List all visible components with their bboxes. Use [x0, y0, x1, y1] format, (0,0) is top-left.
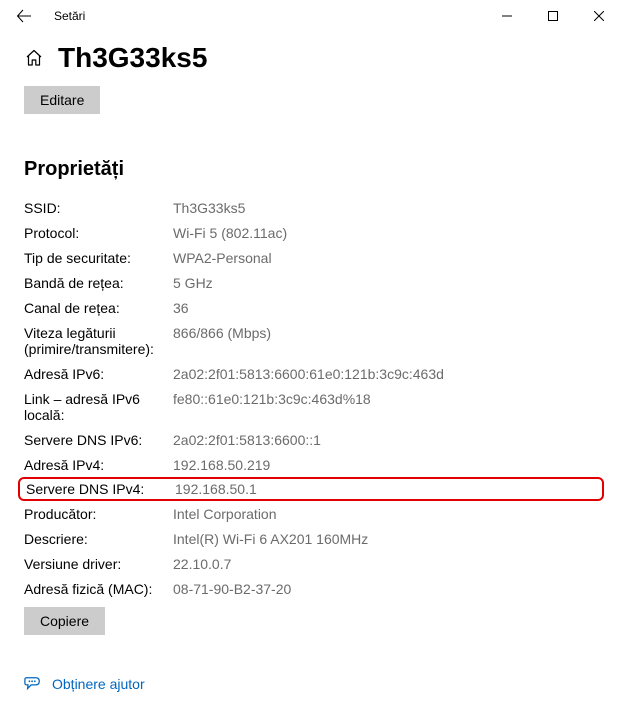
property-row: Tip de securitate:WPA2-Personal [24, 245, 598, 270]
property-value: 2a02:2f01:5813:6600::1 [173, 432, 321, 448]
window-title: Setări [54, 9, 85, 23]
arrow-left-icon [16, 8, 32, 24]
property-row: SSID:Th3G33ks5 [24, 195, 598, 220]
property-label: Bandă de rețea: [24, 275, 173, 291]
property-value: Wi-Fi 5 (802.11ac) [173, 225, 287, 241]
property-value: 22.10.0.7 [173, 556, 231, 572]
property-label: SSID: [24, 200, 173, 216]
property-row: Producător:Intel Corporation [24, 501, 598, 526]
page-title: Th3G33ks5 [58, 42, 207, 74]
property-label: Protocol: [24, 225, 173, 241]
property-row: Servere DNS IPv6:2a02:2f01:5813:6600::1 [24, 427, 598, 452]
property-value: Th3G33ks5 [173, 200, 245, 216]
close-icon [594, 11, 604, 21]
home-icon[interactable] [24, 48, 44, 68]
window-controls [484, 0, 622, 32]
property-value: 08-71-90-B2-37-20 [173, 581, 291, 597]
property-label: Servere DNS IPv4: [26, 481, 175, 497]
property-value: Intel(R) Wi-Fi 6 AX201 160MHz [173, 531, 368, 547]
property-value: 866/866 (Mbps) [173, 325, 271, 357]
maximize-icon [548, 11, 558, 21]
property-row: Descriere:Intel(R) Wi-Fi 6 AX201 160MHz [24, 526, 598, 551]
minimize-button[interactable] [484, 0, 530, 32]
copy-button[interactable]: Copiere [24, 607, 105, 635]
property-row: Viteza legăturii (primire/transmitere):8… [24, 320, 598, 361]
properties-table: SSID:Th3G33ks5Protocol:Wi-Fi 5 (802.11ac… [24, 195, 598, 601]
property-row: Adresă IPv4:192.168.50.219 [24, 452, 598, 477]
content-area: Th3G33ks5 Editare Proprietăți SSID:Th3G3… [0, 32, 622, 717]
property-value: 192.168.50.1 [175, 481, 257, 497]
property-row: Adresă IPv6:2a02:2f01:5813:6600:61e0:121… [24, 361, 598, 386]
property-label: Versiune driver: [24, 556, 173, 572]
property-value: WPA2-Personal [173, 250, 272, 266]
help-icon [24, 675, 42, 693]
property-row: Versiune driver:22.10.0.7 [24, 551, 598, 576]
edit-button[interactable]: Editare [24, 86, 100, 114]
property-row: Canal de rețea:36 [24, 295, 598, 320]
property-value: 36 [173, 300, 189, 316]
property-value: Intel Corporation [173, 506, 277, 522]
properties-heading: Proprietăți [24, 158, 598, 181]
property-label: Adresă fizică (MAC): [24, 581, 173, 597]
page-header: Th3G33ks5 [24, 42, 598, 74]
property-value: 192.168.50.219 [173, 457, 270, 473]
property-row: Bandă de rețea:5 GHz [24, 270, 598, 295]
back-button[interactable] [8, 0, 40, 32]
property-value: 5 GHz [173, 275, 213, 291]
property-label: Link – adresă IPv6 locală: [24, 391, 173, 423]
property-row: Link – adresă IPv6 locală:fe80::61e0:121… [24, 386, 598, 427]
property-value: fe80::61e0:121b:3c9c:463d%18 [173, 391, 371, 423]
property-row: Protocol:Wi-Fi 5 (802.11ac) [24, 220, 598, 245]
property-label: Descriere: [24, 531, 173, 547]
property-label: Servere DNS IPv6: [24, 432, 173, 448]
help-link[interactable]: Obținere ajutor [24, 675, 598, 693]
property-label: Adresă IPv4: [24, 457, 173, 473]
property-value: 2a02:2f01:5813:6600:61e0:121b:3c9c:463d [173, 366, 444, 382]
help-text: Obținere ajutor [52, 676, 145, 692]
property-label: Canal de rețea: [24, 300, 173, 316]
minimize-icon [502, 11, 512, 21]
property-label: Adresă IPv6: [24, 366, 173, 382]
property-label: Viteza legăturii (primire/transmitere): [24, 325, 173, 357]
property-row: Adresă fizică (MAC):08-71-90-B2-37-20 [24, 576, 598, 601]
window-titlebar: Setări [0, 0, 622, 32]
maximize-button[interactable] [530, 0, 576, 32]
property-label: Tip de securitate: [24, 250, 173, 266]
property-row: Servere DNS IPv4:192.168.50.1 [18, 477, 604, 501]
property-label: Producător: [24, 506, 173, 522]
close-button[interactable] [576, 0, 622, 32]
